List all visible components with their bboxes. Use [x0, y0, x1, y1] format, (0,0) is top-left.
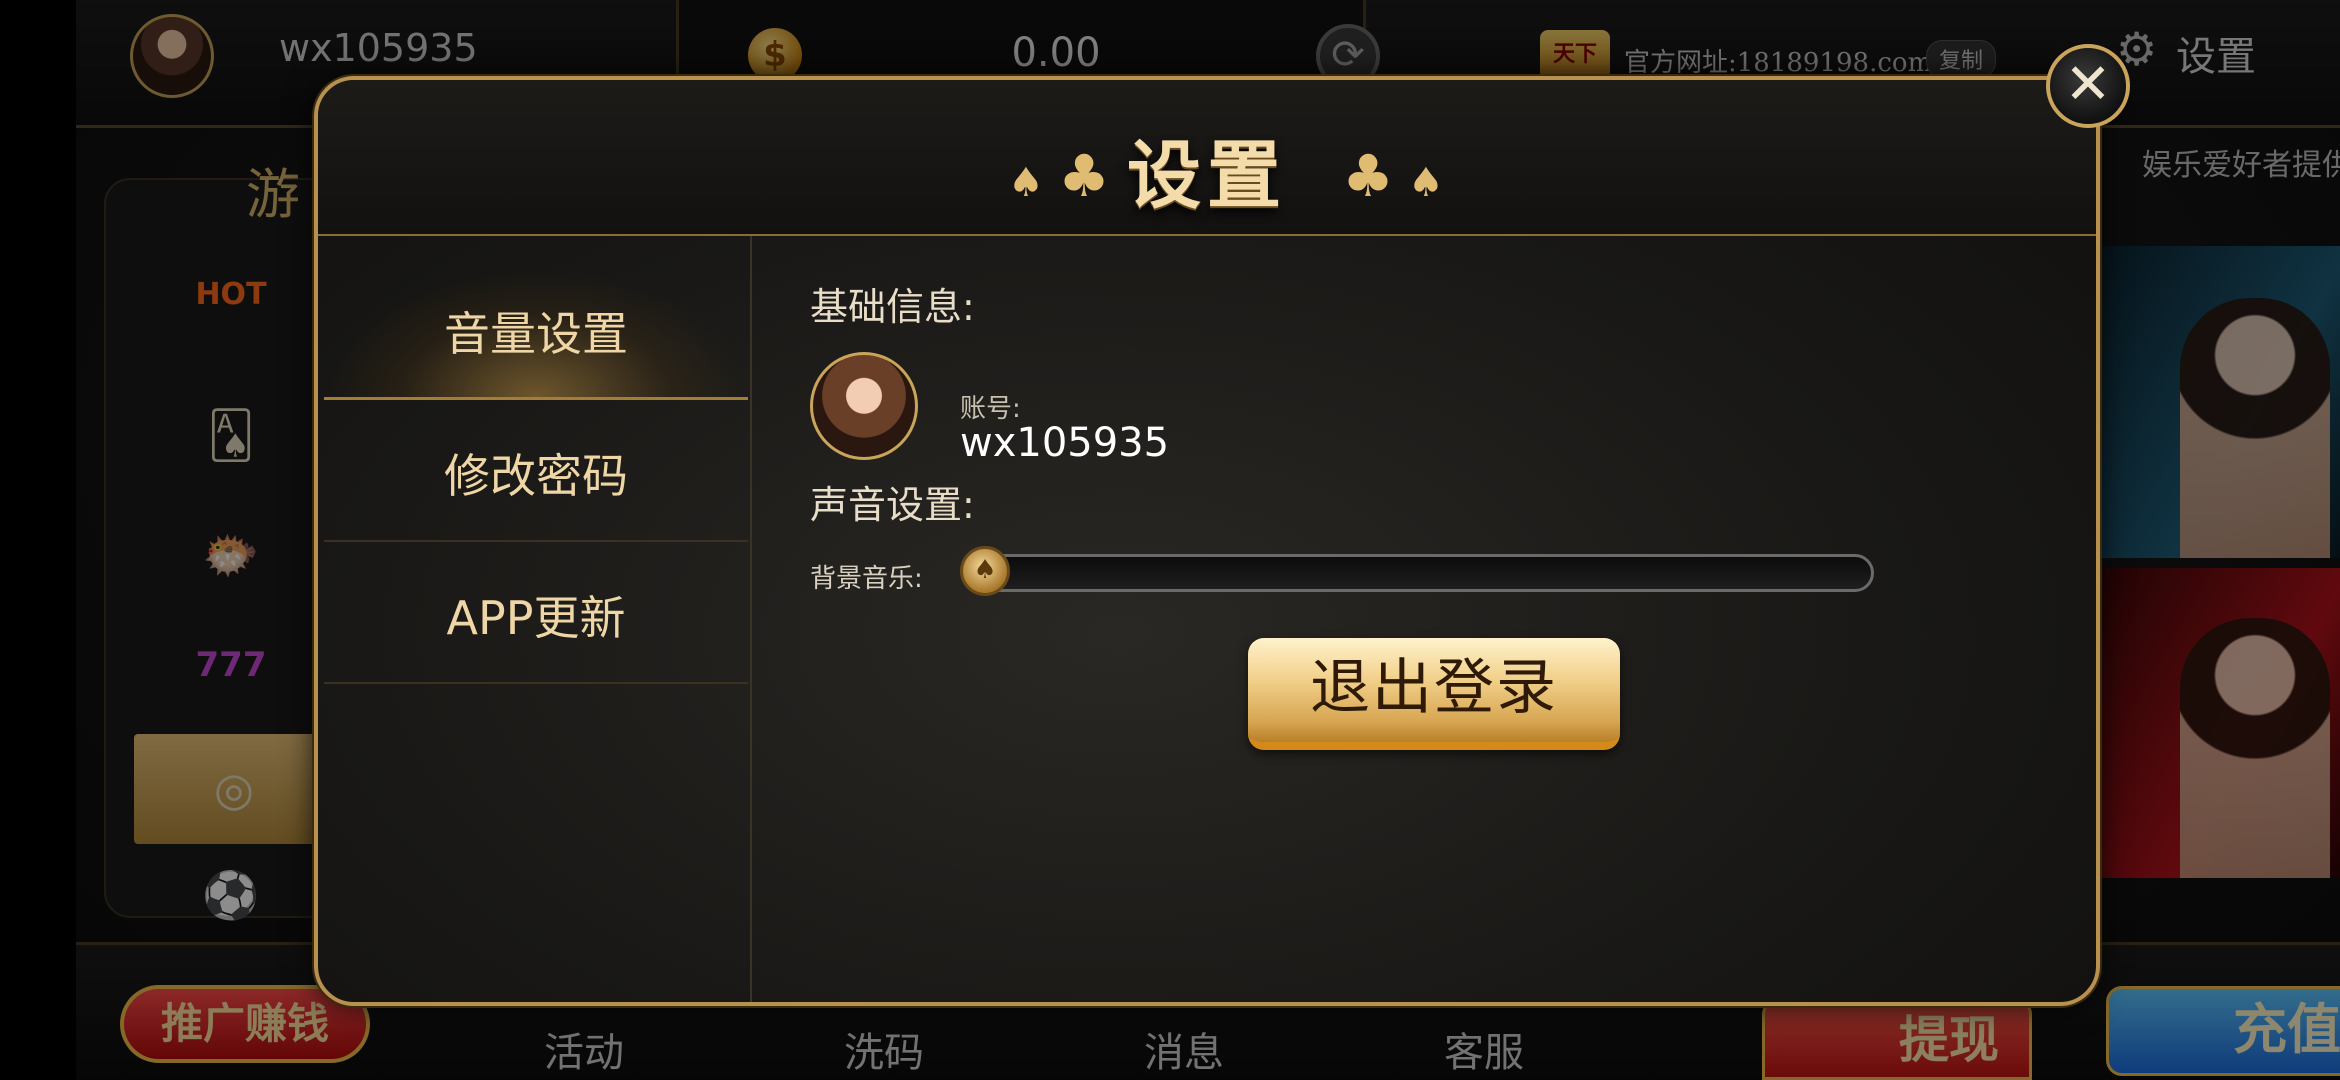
logout-button[interactable]: 退出登录 — [1248, 638, 1620, 750]
dialog-header: ♠ ♣ 设置 ♣ ♠ — [318, 80, 2096, 236]
account-value: wx105935 — [960, 420, 1170, 466]
settings-side-menu: 音量设置 修改密码 APP更新 — [318, 236, 752, 1002]
side-item-volume[interactable]: 音量设置 — [324, 268, 748, 400]
profile-avatar — [810, 352, 918, 460]
slider-thumb-spade-icon[interactable]: ♠ — [960, 546, 1010, 596]
club-icon: ♣ — [1342, 142, 1394, 210]
background-music-slider[interactable] — [966, 554, 1874, 592]
settings-dialog: ♠ ♣ 设置 ♣ ♠ 音量设置 修改密码 APP更新 — [314, 76, 2100, 1006]
spade-icon: ♠ — [1408, 160, 1444, 206]
side-item-password[interactable]: 修改密码 — [324, 410, 748, 542]
sound-settings-label: 声音设置: — [810, 483, 975, 527]
dialog-title: 设置 — [1127, 133, 1287, 219]
close-icon[interactable]: ✕ — [2046, 44, 2130, 128]
side-item-app-update[interactable]: APP更新 — [324, 552, 748, 684]
background-music-label: 背景音乐: — [810, 564, 923, 594]
basic-info-label: 基础信息: — [810, 285, 975, 329]
